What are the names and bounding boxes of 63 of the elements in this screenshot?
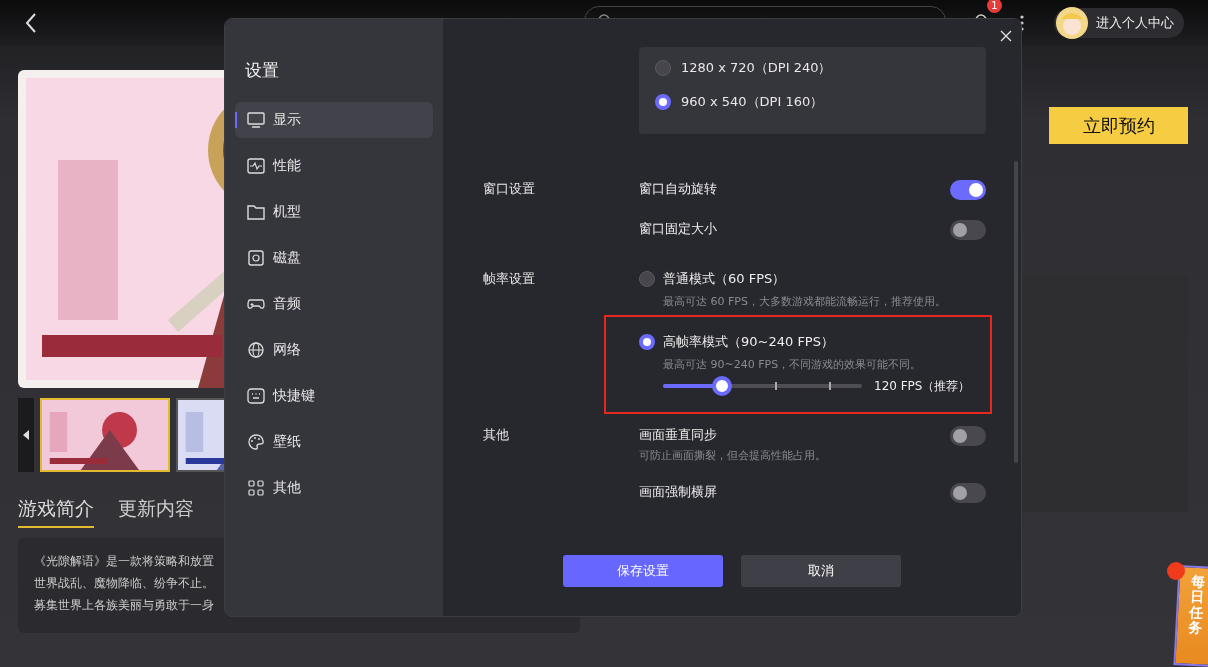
radio-label: 960 x 540（DPI 160） <box>681 93 824 111</box>
pulse-icon <box>247 158 265 174</box>
save-button[interactable]: 保存设置 <box>563 555 723 587</box>
monitor-icon <box>247 112 265 128</box>
setting-label: 画面垂直同步 <box>639 426 718 444</box>
setting-label: 窗口自动旋转 <box>639 180 717 198</box>
keyboard-icon <box>247 388 265 404</box>
section-label: 其他 <box>483 426 510 444</box>
folder-icon <box>247 204 265 220</box>
nav-item[interactable]: 快捷键 <box>235 378 433 414</box>
cancel-button[interactable]: 取消 <box>741 555 901 587</box>
back-icon[interactable] <box>25 12 37 33</box>
slider-reading: 120 FPS（推荐） <box>874 377 971 395</box>
palette-icon <box>247 434 265 450</box>
toggle-switch[interactable] <box>950 220 986 240</box>
nav-item[interactable]: 音频 <box>235 286 433 322</box>
radio-button[interactable] <box>655 60 671 76</box>
toggle-knob <box>953 429 967 443</box>
radio-label: 高帧率模式（90~240 FPS） <box>663 333 834 351</box>
tab[interactable]: 游戏简介 <box>18 496 94 528</box>
tab[interactable]: 更新内容 <box>118 496 194 528</box>
gamepad-icon <box>247 296 265 312</box>
toggle-knob <box>969 183 983 197</box>
reserve-button[interactable]: 立即预约 <box>1049 107 1188 144</box>
setting-label: 画面强制横屏 <box>639 483 717 501</box>
nav-item[interactable]: 机型 <box>235 194 433 230</box>
nav-item[interactable]: 壁纸 <box>235 424 433 460</box>
slider-thumb[interactable] <box>712 376 733 396</box>
section-label: 帧率设置 <box>483 270 536 288</box>
description-text: 《光隙解语》是一款将策略和放置 <box>34 553 215 570</box>
toggle-switch[interactable] <box>950 483 986 503</box>
setting-description: 最高可达 90~240 FPS，不同游戏的效果可能不同。 <box>663 357 923 372</box>
notification-badge: 1 <box>987 0 1002 13</box>
description-text: 世界战乱、魔物降临、纷争不止。 <box>34 575 215 592</box>
grid-icon <box>247 480 265 496</box>
dialog-title: 设置 <box>245 59 280 82</box>
radio-button[interactable] <box>639 334 655 350</box>
radio-button[interactable] <box>639 271 655 287</box>
avatar-icon <box>1056 6 1088 39</box>
toggle-switch[interactable] <box>950 426 986 446</box>
globe-icon <box>247 342 265 358</box>
active-indicator <box>235 112 237 128</box>
toggle-knob <box>953 486 967 500</box>
caret-icon <box>23 430 29 440</box>
nav-item[interactable]: 显示 <box>235 102 433 138</box>
nav-item[interactable]: 性能 <box>235 148 433 184</box>
radio-label: 普通模式（60 FPS） <box>663 270 786 288</box>
nav-item[interactable]: 磁盘 <box>235 240 433 276</box>
radio-button[interactable] <box>655 94 671 110</box>
section-label: 窗口设置 <box>483 180 536 198</box>
radio-label: 1280 x 720（DPI 240） <box>681 59 832 77</box>
scroll-left-button[interactable] <box>18 398 34 472</box>
close-icon[interactable] <box>1000 30 1012 42</box>
description-text: 募集世界上各族美丽与勇敢于一身 <box>34 597 215 614</box>
alert-dot-icon <box>1167 562 1185 580</box>
toggle-knob <box>953 223 967 237</box>
toggle-switch[interactable] <box>950 180 986 200</box>
setting-description: 可防止画面撕裂，但会提高性能占用。 <box>639 448 826 463</box>
setting-label: 窗口固定大小 <box>639 220 717 238</box>
nav-item[interactable]: 其他 <box>235 470 433 506</box>
profile-button[interactable]: 进入个人中心 <box>1054 7 1184 38</box>
nav-item[interactable]: 网络 <box>235 332 433 368</box>
setting-description: 最高可达 60 FPS，大多数游戏都能流畅运行，推荐使用。 <box>663 294 947 309</box>
